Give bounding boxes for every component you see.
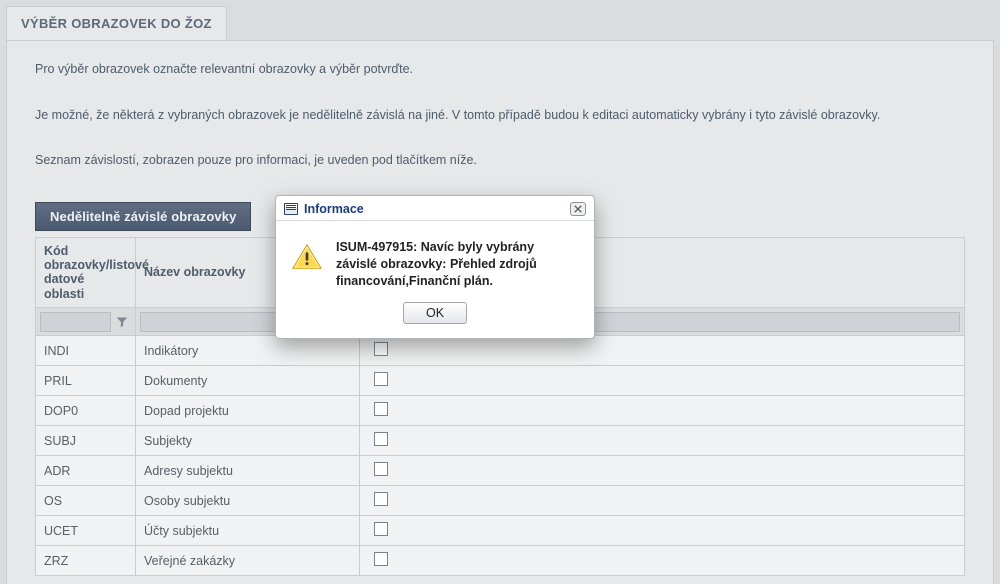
filter-cell-code xyxy=(36,308,136,336)
cell-code: SUBJ xyxy=(36,426,136,456)
intro-p1: Pro výběr obrazovek označte relevantní o… xyxy=(35,61,965,79)
table-row[interactable]: OSOsoby subjektu xyxy=(36,486,965,516)
info-icon xyxy=(284,203,298,215)
cell-name: Indikátory xyxy=(136,336,360,366)
table-row[interactable]: INDIIndikátory xyxy=(36,336,965,366)
dependent-screens-button[interactable]: Nedělitelně závislé obrazovky xyxy=(35,202,251,231)
cell-check xyxy=(360,516,965,546)
table-row[interactable]: ZRZVeřejné zakázky xyxy=(36,546,965,576)
dialog-message: ISUM-497915: Navíc byly vybrány závislé … xyxy=(336,239,578,290)
row-checkbox[interactable] xyxy=(374,402,388,416)
row-checkbox[interactable] xyxy=(374,552,388,566)
cell-check xyxy=(360,456,965,486)
cell-check xyxy=(360,426,965,456)
cell-code: DOP0 xyxy=(36,396,136,426)
table-row[interactable]: UCETÚčty subjektu xyxy=(36,516,965,546)
intro-p3: Seznam závislostí, zobrazen pouze pro in… xyxy=(35,152,965,170)
cell-code: UCET xyxy=(36,516,136,546)
cell-check xyxy=(360,546,965,576)
cell-name: Osoby subjektu xyxy=(136,486,360,516)
table-row[interactable]: DOP0Dopad projektu xyxy=(36,396,965,426)
warning-icon xyxy=(292,243,322,269)
info-dialog: Informace ISUM-497915: Navíc byly vybrán… xyxy=(275,195,595,339)
filter-code-input[interactable] xyxy=(40,312,111,332)
cell-name: Dopad projektu xyxy=(136,396,360,426)
row-checkbox[interactable] xyxy=(374,432,388,446)
table-row[interactable]: SUBJSubjekty xyxy=(36,426,965,456)
cell-name: Veřejné zakázky xyxy=(136,546,360,576)
cell-code: PRIL xyxy=(36,366,136,396)
row-checkbox[interactable] xyxy=(374,522,388,536)
cell-code: ZRZ xyxy=(36,546,136,576)
col-header-code[interactable]: Kód obrazovky/listové datové oblasti xyxy=(36,237,136,308)
cell-code: INDI xyxy=(36,336,136,366)
cell-code: OS xyxy=(36,486,136,516)
table-row[interactable]: PRILDokumenty xyxy=(36,366,965,396)
cell-name: Subjekty xyxy=(136,426,360,456)
cell-check xyxy=(360,336,965,366)
tab-header[interactable]: VÝBĚR OBRAZOVEK DO ŽOZ xyxy=(6,6,227,40)
dialog-title: Informace xyxy=(304,202,564,216)
funnel-icon[interactable] xyxy=(113,312,131,332)
intro-p2: Je možné, že některá z vybraných obrazov… xyxy=(35,107,965,125)
cell-name: Dokumenty xyxy=(136,366,360,396)
cell-name: Účty subjektu xyxy=(136,516,360,546)
cell-check xyxy=(360,486,965,516)
row-checkbox[interactable] xyxy=(374,462,388,476)
row-checkbox[interactable] xyxy=(374,342,388,356)
cell-name: Adresy subjektu xyxy=(136,456,360,486)
table-row[interactable]: ADRAdresy subjektu xyxy=(36,456,965,486)
row-checkbox[interactable] xyxy=(374,492,388,506)
dialog-ok-button[interactable]: OK xyxy=(403,302,467,324)
row-checkbox[interactable] xyxy=(374,372,388,386)
dialog-close-button[interactable] xyxy=(570,202,586,216)
cell-check xyxy=(360,366,965,396)
cell-check xyxy=(360,396,965,426)
cell-code: ADR xyxy=(36,456,136,486)
